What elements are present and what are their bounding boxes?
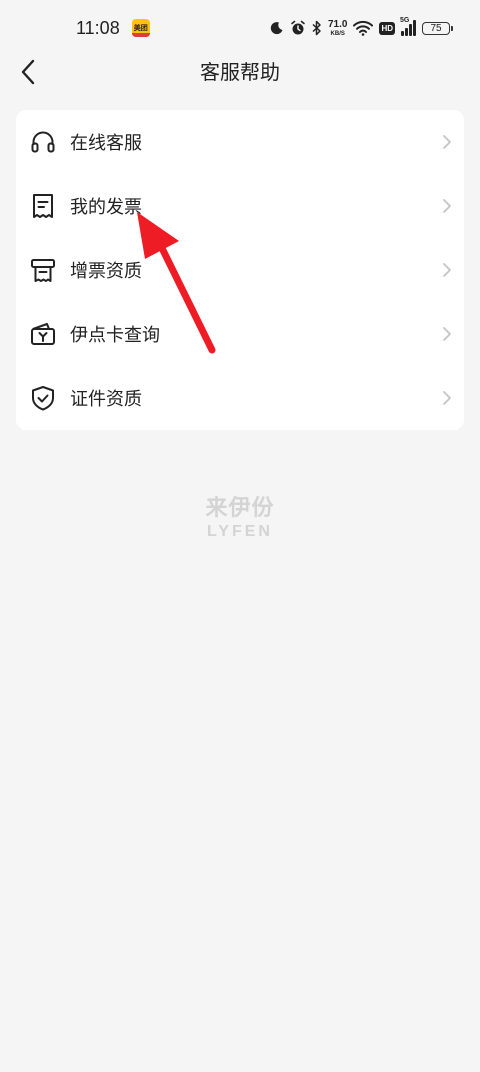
status-time: 11:08 [76, 17, 120, 38]
menu-item-card-query[interactable]: 伊点卡查询 [16, 302, 464, 366]
moon-icon [270, 22, 283, 35]
hd-badge: HD [379, 21, 395, 35]
receipt-icon [31, 259, 55, 282]
invoice-icon [33, 194, 53, 218]
card-icon [31, 323, 55, 345]
network-speed-unit: KB/S [330, 30, 345, 37]
cell-signal-icon: 5G [400, 17, 416, 36]
brand-name-cn: 来伊份 [205, 496, 275, 521]
chevron-right-icon [443, 391, 451, 405]
network-type-label: 5G [400, 17, 410, 24]
menu-item-vat-invoice-qualification[interactable]: 增票资质 [16, 238, 464, 302]
status-left: 11:08 美团 [76, 18, 150, 39]
menu-item-label: 增票资质 [70, 261, 142, 282]
network-speed: 71.0 KB/S [327, 18, 348, 37]
page-title: 客服帮助 [200, 60, 280, 84]
help-menu-card: 在线客服 我的发票 增票资质 伊点卡查询 证件资质 [16, 110, 464, 430]
nav-bar: 客服帮助 [0, 48, 480, 96]
chevron-right-icon [443, 263, 451, 277]
brand-watermark: 来伊份 LYFEN [0, 496, 480, 542]
menu-item-online-service[interactable]: 在线客服 [16, 110, 464, 174]
battery-indicator: 75 [422, 21, 453, 35]
network-speed-value: 71.0 [327, 18, 348, 30]
alarm-icon [291, 20, 305, 35]
signal-bar [401, 31, 404, 36]
headset-icon [31, 131, 55, 153]
chevron-right-icon [443, 327, 451, 341]
menu-item-label: 我的发票 [70, 197, 142, 218]
signal-bar [409, 24, 412, 36]
wifi-icon [353, 20, 374, 36]
meituan-app-icon: 美团 [131, 19, 150, 37]
bluetooth-icon [312, 20, 321, 36]
menu-item-label: 证件资质 [70, 389, 142, 410]
status-right: 71.0 KB/S HD 5G 75 [270, 17, 453, 37]
menu-item-certificates[interactable]: 证件资质 [16, 366, 464, 430]
brand-name-en: LYFEN [207, 523, 273, 540]
menu-item-label: 在线客服 [70, 133, 142, 154]
menu-item-label: 伊点卡查询 [70, 325, 160, 346]
signal-bar [413, 20, 416, 36]
shield-check-icon [32, 386, 54, 411]
menu-item-my-invoice[interactable]: 我的发票 [16, 174, 464, 238]
signal-bar [405, 28, 408, 36]
chevron-right-icon [443, 199, 451, 213]
chevron-right-icon [443, 135, 451, 149]
